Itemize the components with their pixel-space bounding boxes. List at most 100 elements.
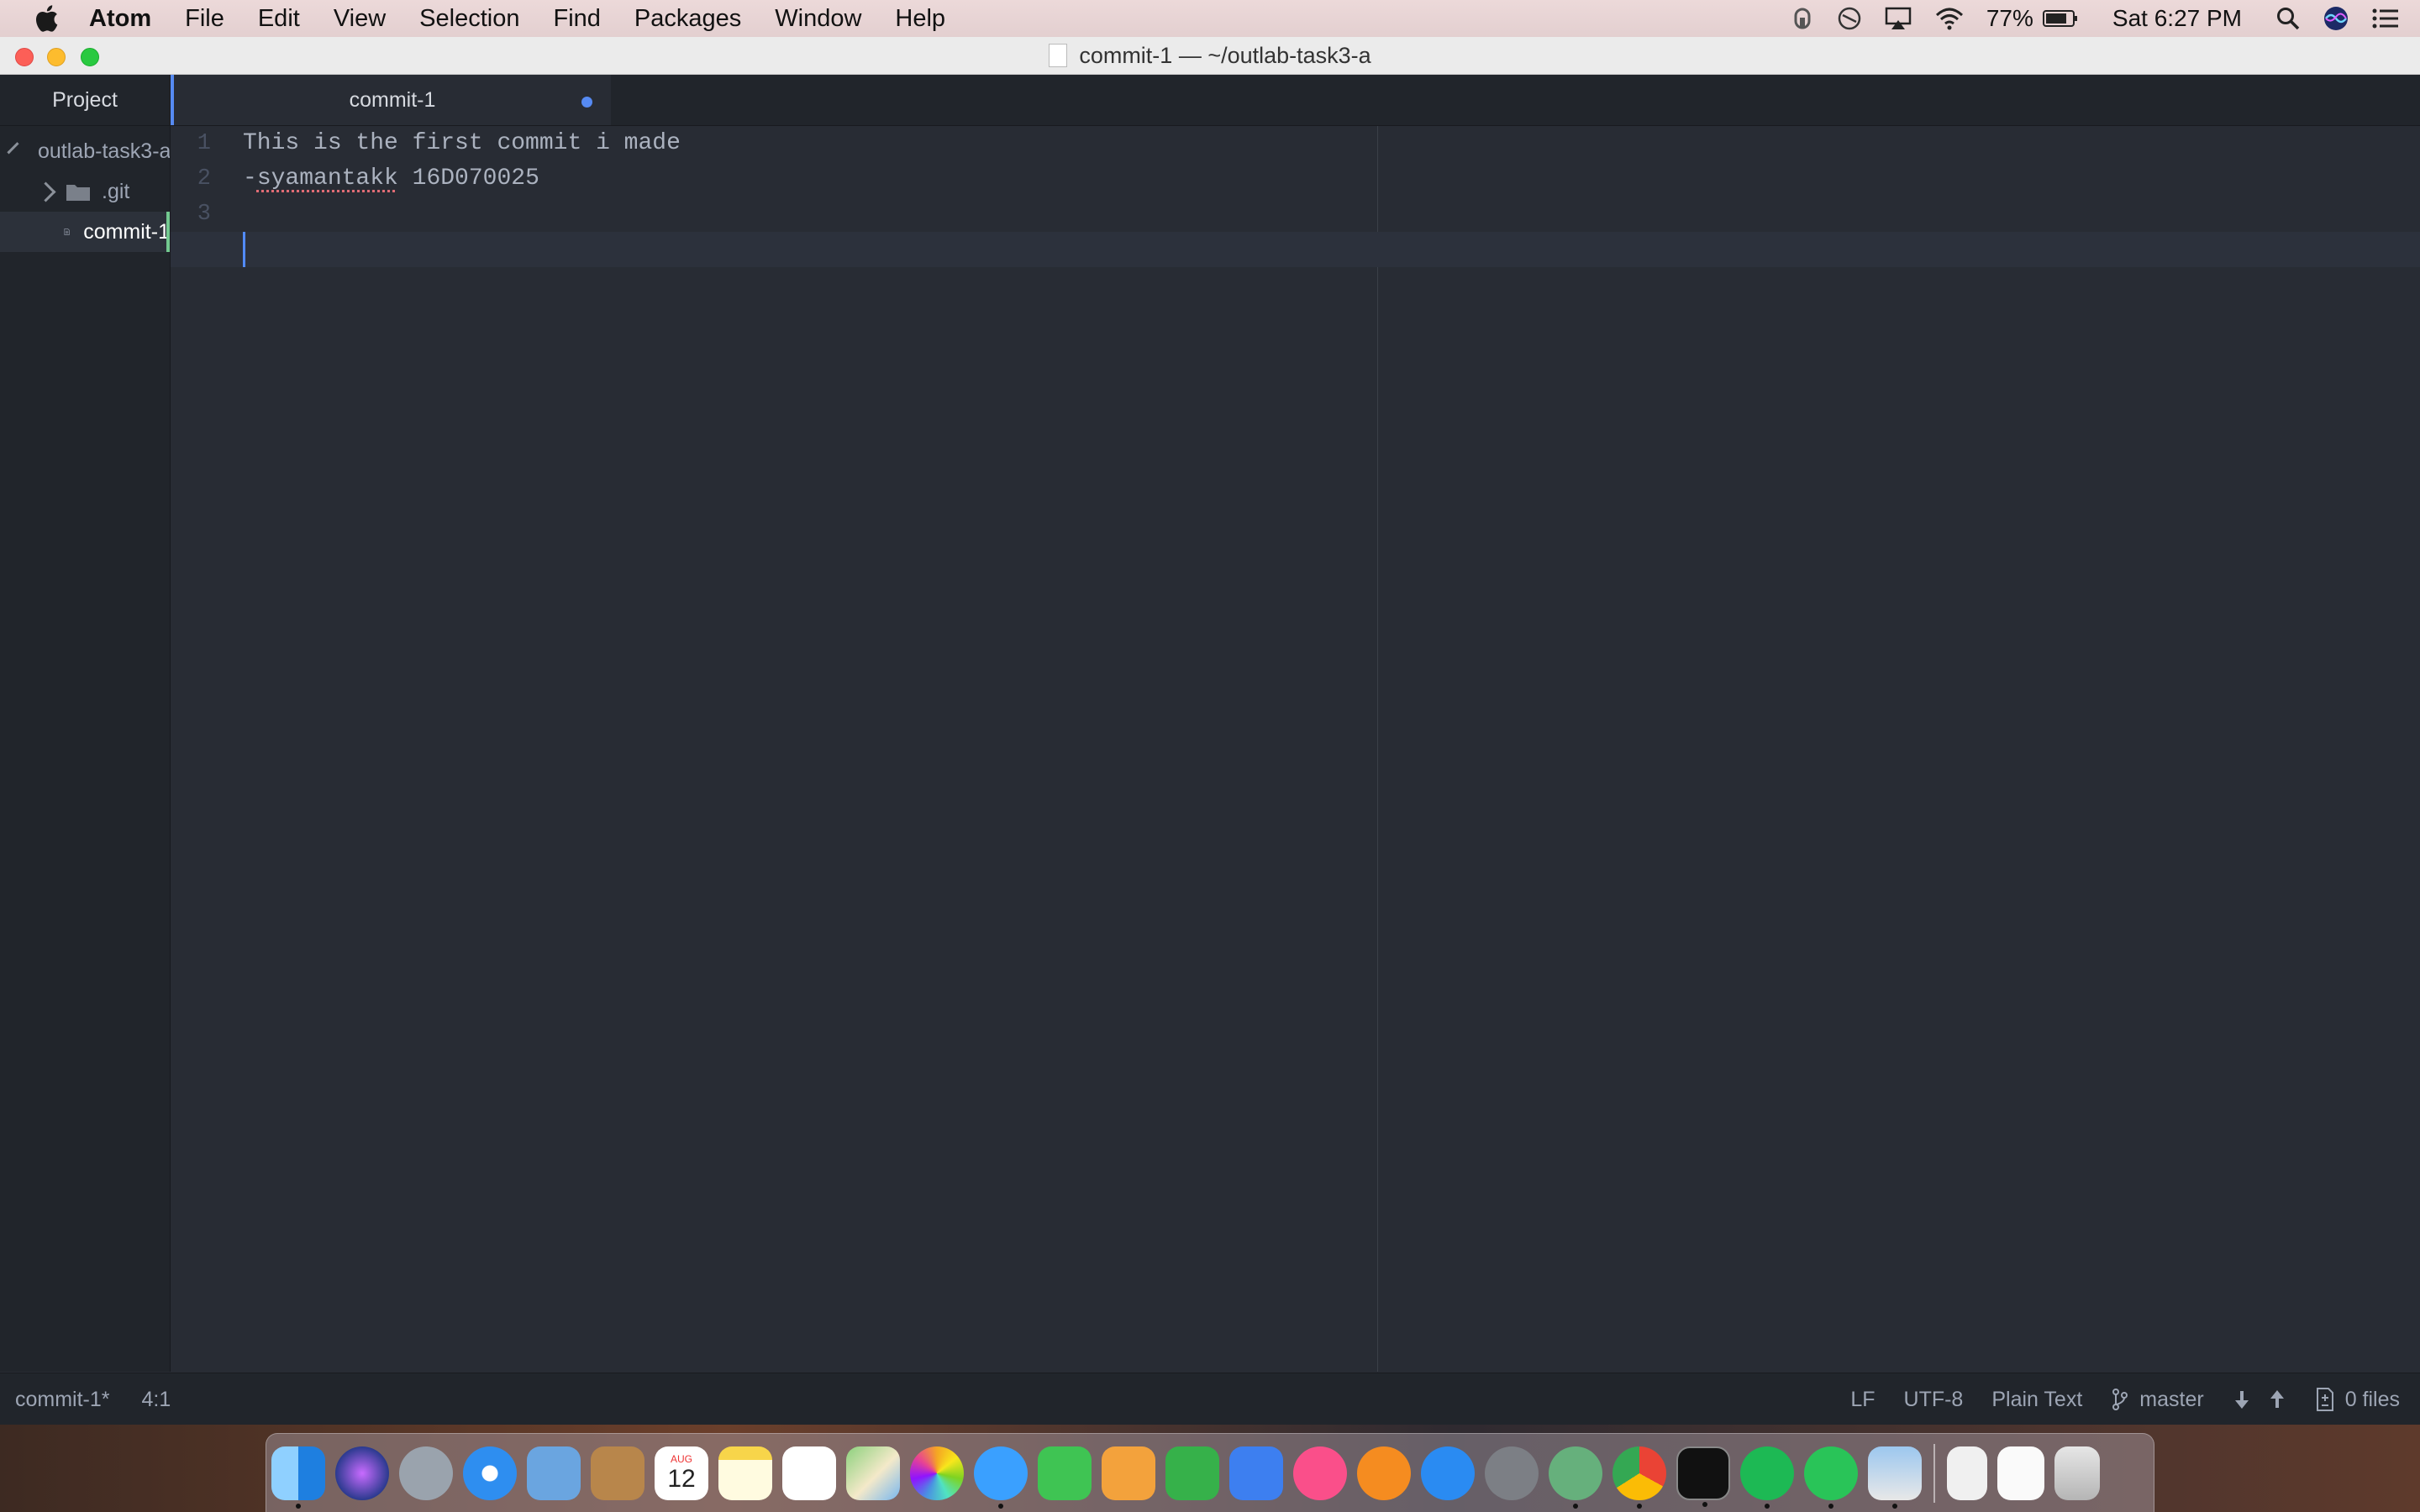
window-title-bar: commit-1 — ~/outlab-task3-a [0,37,2420,75]
archive-icon[interactable] [1947,1446,1987,1500]
atom-icon[interactable] [1549,1446,1602,1509]
files-count: 0 files [2344,1387,2400,1411]
tree-view-tab[interactable]: Project [0,75,170,126]
wrap-guide [1377,126,1378,1372]
folder-icon [66,185,90,201]
status-line-ending[interactable]: LF [1850,1388,1875,1412]
status-grammar[interactable]: Plain Text [1991,1388,2082,1412]
facetime-icon[interactable] [1038,1446,1092,1500]
siri-icon[interactable] [2323,5,2349,32]
menu-app-name[interactable]: Atom [89,5,151,33]
safari-icon[interactable] [463,1446,517,1500]
airplay-icon[interactable] [1884,6,1912,31]
clock[interactable]: Sat 6:27 PM [2112,5,2242,32]
project-tree-view: Project outlab-task3-a .git commit-1 [0,75,171,1372]
terminal-icon[interactable] [1676,1446,1730,1507]
editor-line[interactable]: -syamantakk 16D070025 [243,161,2420,197]
preview-icon[interactable] [1868,1446,1922,1509]
apple-icon[interactable] [34,4,59,33]
dock-separator [1933,1443,1935,1503]
tree-item-commit-file[interactable]: commit-1 [0,212,170,252]
zoom-window-button[interactable] [81,48,99,66]
running-indicator [296,1503,301,1509]
spotlight-search-icon[interactable] [2275,6,2301,31]
whatsapp-icon[interactable] [1804,1446,1858,1509]
itunes-icon[interactable] [1293,1446,1347,1500]
status-bar: commit-1* 4:1 LF UTF-8 Plain Text master… [0,1373,2420,1425]
git-fetch-controls [2233,1389,2286,1410]
git-branch-icon [2112,1389,2128,1410]
menu-packages[interactable]: Packages [634,5,741,33]
launchpad-icon[interactable] [399,1446,453,1500]
git-pull-arrow-icon[interactable] [2233,1389,2251,1410]
running-indicator [1702,1501,1707,1507]
keynote-icon[interactable] [1229,1446,1283,1500]
notes-icon[interactable] [718,1446,772,1500]
close-window-button[interactable] [15,48,34,66]
editor-line-current[interactable] [171,232,2420,267]
spell-check-misspelling[interactable]: syamantakk [257,165,398,192]
chevron-right-icon[interactable] [35,181,56,202]
do-not-disturb-icon[interactable] [1837,6,1862,31]
menu-selection[interactable]: Selection [419,5,519,33]
notification-center-icon[interactable] [2371,6,2400,31]
ibooks-icon[interactable] [1357,1446,1411,1500]
photos-icon[interactable] [910,1446,964,1500]
editor-text: 16D070025 [397,165,539,192]
github-files-tile[interactable]: 0 files [2315,1387,2400,1412]
contacts-icon[interactable] [591,1446,644,1500]
tab-commit-1[interactable]: commit-1 [171,75,611,125]
status-file-path[interactable]: commit-1* [15,1388,110,1412]
text-editor[interactable]: 1 2 3 4 This is the first commit i made … [171,126,2420,1372]
pages-icon[interactable] [1102,1446,1155,1500]
line-number-gutter[interactable]: 1 2 3 4 [171,126,228,1372]
battery-icon[interactable] [2042,8,2079,29]
document-proxy-icon[interactable] [1049,44,1068,67]
menu-edit[interactable]: Edit [258,5,300,33]
siri-icon[interactable] [335,1446,389,1500]
menu-find[interactable]: Find [553,5,600,33]
git-push-arrow-icon[interactable] [2268,1389,2286,1410]
chrome-icon[interactable] [1612,1446,1666,1509]
modified-indicator-icon[interactable] [581,97,592,108]
calendar-day: 12 [667,1464,696,1493]
wifi-icon[interactable] [1934,6,1965,31]
chevron-down-icon[interactable] [7,141,19,154]
line-number: 2 [197,166,211,192]
dock: AUG 12 [266,1433,2154,1512]
hand-off-icon[interactable] [1790,6,1815,31]
minimize-window-button[interactable] [47,48,66,66]
tree-root-label: outlab-task3-a [38,139,171,163]
document-icon[interactable] [1997,1446,2044,1500]
numbers-icon[interactable] [1165,1446,1219,1500]
reminders-icon[interactable] [782,1446,836,1500]
menu-help[interactable]: Help [895,5,945,33]
tree-root-folder[interactable]: outlab-task3-a [0,131,170,171]
menu-view[interactable]: View [334,5,386,33]
app-store-icon[interactable] [1421,1446,1475,1500]
messages-icon[interactable] [974,1446,1028,1509]
trash-icon[interactable] [2054,1446,2100,1500]
mail-icon[interactable] [527,1446,581,1500]
editor-lines[interactable]: This is the first commit i made -syamant… [171,126,2420,267]
menu-bar: Atom File Edit View Selection Find Packa… [0,0,2420,37]
menu-file[interactable]: File [185,5,224,33]
editor-line[interactable]: This is the first commit i made [243,126,2420,161]
tree-item-git-folder[interactable]: .git [0,171,170,212]
menu-window[interactable]: Window [775,5,861,33]
maps-icon[interactable] [846,1446,900,1500]
editor-line[interactable] [243,197,2420,232]
battery-percent: 77% [1986,5,2033,31]
status-cursor-position[interactable]: 4:1 [142,1388,171,1412]
status-git-branch[interactable]: master [2111,1388,2204,1412]
finder-icon[interactable] [271,1446,325,1509]
editor-text: - [243,165,257,192]
system-preferences-icon[interactable] [1485,1446,1539,1500]
spotify-icon[interactable] [1740,1446,1794,1509]
tree-item-label: commit-1 [83,219,170,244]
line-number: 1 [197,131,211,156]
running-indicator [998,1503,1003,1509]
window-title: commit-1 — ~/outlab-task3-a [1079,42,1371,68]
status-encoding[interactable]: UTF-8 [1904,1388,1964,1412]
calendar-icon[interactable]: AUG 12 [655,1446,708,1500]
